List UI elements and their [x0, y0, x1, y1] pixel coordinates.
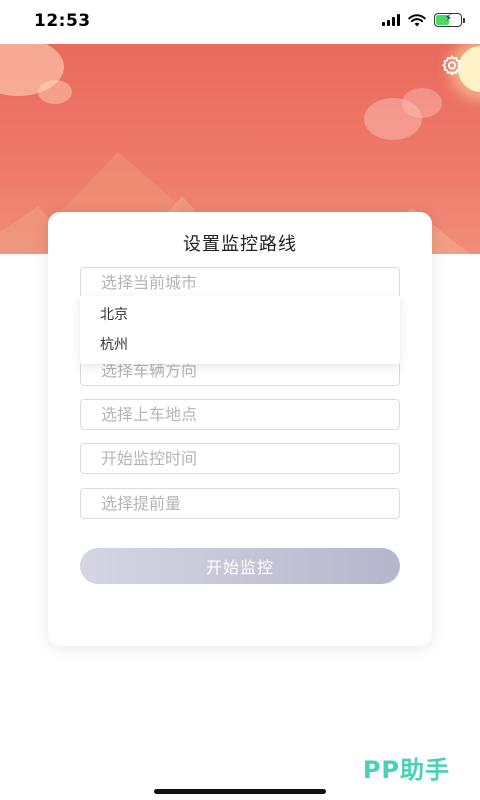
gear-icon[interactable]: [440, 54, 464, 78]
start-time-select[interactable]: [80, 443, 400, 474]
status-bar: 12:53 ⚡: [0, 0, 480, 44]
city-input[interactable]: [101, 273, 379, 292]
pp-assistant-watermark: PP助手: [362, 756, 450, 784]
start-monitoring-button[interactable]: 开始监控: [80, 548, 400, 584]
city-option-beijing[interactable]: 北京: [80, 300, 400, 330]
battery-icon: ⚡: [434, 13, 465, 27]
status-time: 12:53: [34, 11, 91, 31]
card-title: 设置监控路线: [183, 234, 297, 255]
route-settings-card: 设置监控路线 北京 杭州 开始监控: [48, 212, 432, 646]
advance-select[interactable]: [80, 488, 400, 519]
signal-icon: [382, 14, 400, 26]
wifi-icon: [408, 13, 426, 26]
city-dropdown: 北京 杭州: [80, 296, 400, 364]
pickup-select[interactable]: [80, 399, 400, 430]
home-indicator: [154, 789, 326, 794]
advance-input[interactable]: [101, 494, 379, 513]
start-time-input[interactable]: [101, 449, 379, 468]
city-select[interactable]: [80, 267, 400, 298]
decor-bubble: [38, 80, 72, 104]
pickup-input[interactable]: [101, 405, 379, 424]
decor-bubble: [402, 88, 442, 118]
city-option-hangzhou[interactable]: 杭州: [80, 330, 400, 360]
status-icons: ⚡: [382, 13, 465, 27]
